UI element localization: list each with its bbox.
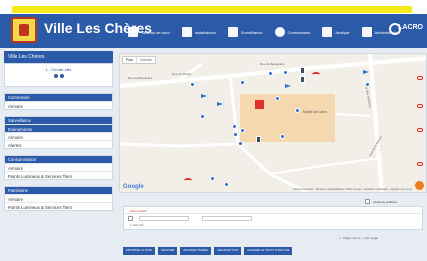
surveillance-icon: [227, 27, 238, 37]
main-nav: Tableau de bord Installations Surveillan…: [128, 22, 412, 42]
sidebar-heading: Ville Les Chères: [4, 51, 113, 63]
wifi-alert-icon[interactable]: [312, 72, 320, 77]
section-consommation: Consommation Armoire Points Lumineux & S…: [4, 155, 113, 180]
sidebar-item-commande-armoire[interactable]: Armoire: [5, 101, 112, 109]
sidebar: Ville Les Chères 1 - Centre-ville Comman…: [4, 51, 113, 261]
installations-icon: [181, 27, 192, 37]
section-title: Commande: [5, 94, 112, 101]
section-title: Consommation: [5, 156, 112, 163]
sidebar-item-evenements[interactable]: Evènements: [5, 124, 112, 132]
light-point-marker[interactable]: [200, 114, 205, 119]
section-patrimoine: Patrimoine Armoire Points Lumineux & Ser…: [4, 186, 113, 211]
carousel-dots: [5, 74, 112, 79]
section-title: Surveillance: [5, 117, 112, 124]
alert-link-icon[interactable]: [417, 76, 423, 80]
map-type-satellite[interactable]: Satellite: [136, 57, 155, 63]
export-list-button[interactable]: EXPORTER LA LISTE: [123, 247, 155, 255]
commune-selector[interactable]: 1 - Centre-ville: [4, 63, 113, 87]
school-icon[interactable]: [255, 100, 264, 109]
change-status-button[interactable]: CHANGER LE STATUT D'ANALYSE: [244, 247, 293, 255]
events-table: Aucun Alerte 1 sites Mo: [123, 206, 423, 230]
cabinet-icon[interactable]: [300, 67, 305, 74]
brand-name: LACRO: [398, 24, 423, 31]
sidebar-item-consommation-points[interactable]: Points Lumineux & Services Tiers: [5, 171, 112, 179]
table-header-row: Aucun Alerte: [124, 207, 422, 214]
nav-commandes[interactable]: Commandes: [274, 27, 310, 37]
prefilter-checkbox[interactable]: [365, 199, 370, 204]
street-label: Rue de Beaujolais: [128, 76, 153, 80]
light-point-marker[interactable]: [365, 82, 370, 87]
carousel-dot[interactable]: [53, 74, 58, 78]
light-point-marker[interactable]: [232, 124, 237, 129]
map-attribution[interactable]: Raccourcis clavier · Données cartographi…: [293, 188, 412, 191]
light-point-marker[interactable]: [190, 82, 195, 87]
light-point-marker[interactable]: [224, 182, 229, 187]
table-row[interactable]: 1 sites Mo: [124, 222, 422, 228]
nav-dashboard[interactable]: Tableau de bord: [128, 27, 170, 37]
sidebar-item-alertes[interactable]: Alertes: [5, 140, 112, 148]
archive-all-button[interactable]: ARCHIVER TOUT: [214, 247, 242, 255]
dashboard-icon: [128, 27, 138, 37]
pagination[interactable]: « ‹ Page 1 sur 1 › » 10 / page: [339, 236, 378, 240]
wifi-alert-icon[interactable]: [184, 178, 192, 183]
light-point-marker[interactable]: [238, 141, 243, 146]
light-point-marker[interactable]: [280, 134, 285, 139]
light-point-marker[interactable]: [233, 132, 238, 137]
filter-row: [124, 214, 422, 222]
sidebar-item-surveillance-armoire[interactable]: Armoire: [5, 132, 112, 140]
action-bar: EXPORTER LA LISTE ARCHIVER ARCHIVER TRIA…: [123, 247, 295, 255]
cabinet-icon[interactable]: [256, 136, 261, 143]
analyse-icon: [322, 27, 333, 37]
carousel-dot[interactable]: [59, 74, 64, 78]
light-point-marker[interactable]: [275, 96, 280, 101]
city-logo: [11, 17, 37, 43]
sidebar-item-patrimoine-armoire[interactable]: Armoire: [5, 194, 112, 202]
map-type-control: Plan Satellite: [122, 56, 157, 64]
filter-input[interactable]: [139, 215, 189, 221]
nav-installations[interactable]: Installations: [181, 27, 216, 37]
light-point-marker[interactable]: [210, 176, 215, 181]
events-panel: Incidents préfiltrés Aucun Alerte 1 site…: [119, 199, 427, 261]
light-point-marker[interactable]: [295, 108, 300, 113]
section-commande: Commande Armoire: [4, 93, 113, 110]
light-point-marker[interactable]: [240, 80, 245, 85]
prefilter-toggle[interactable]: Incidents préfiltrés: [365, 199, 397, 204]
select-all-checkbox[interactable]: [128, 215, 133, 221]
map-roads: [120, 54, 426, 192]
mairie-label: Mairie de Lacro: [303, 110, 328, 114]
light-point-marker[interactable]: [283, 70, 288, 75]
notice-bar: [12, 6, 412, 13]
map-view[interactable]: Plan Satellite Rue du Moulin Rue de Beau…: [119, 53, 427, 193]
light-point-marker[interactable]: [240, 128, 245, 133]
alert-link-icon[interactable]: [417, 128, 423, 132]
administration-icon: [361, 27, 372, 37]
google-logo: Google: [123, 184, 144, 190]
filter-input[interactable]: [202, 215, 252, 221]
commune-label: 1 - Centre-ville: [45, 67, 72, 72]
commandes-icon: [274, 27, 285, 37]
street-label: Rue du Moulin: [172, 72, 192, 76]
app-root: Ville Les Chères Tableau de bord Install…: [0, 0, 427, 261]
archive-button[interactable]: ARCHIVER: [157, 247, 178, 255]
section-surveillance: Surveillance Evènements Armoire Alertes: [4, 116, 113, 149]
archive-sortable-button[interactable]: ARCHIVER TRIABLE: [180, 247, 212, 255]
nav-analyse[interactable]: Analyse: [322, 27, 350, 37]
pegman-icon[interactable]: [415, 181, 424, 190]
alert-link-icon[interactable]: [417, 104, 423, 108]
street-label: Rue de Beaujolais: [260, 62, 285, 66]
light-point-marker[interactable]: [268, 71, 273, 76]
sidebar-item-consommation-armoire[interactable]: Armoire: [5, 163, 112, 171]
nav-surveillance[interactable]: Surveillance: [227, 27, 263, 37]
sidebar-item-patrimoine-points[interactable]: Points Lumineux & Services Tiers: [5, 202, 112, 210]
cabinet-icon[interactable]: [300, 76, 305, 83]
alert-link-icon[interactable]: [417, 162, 423, 166]
app-header: Ville Les Chères Tableau de bord Install…: [0, 14, 427, 48]
section-title: Patrimoine: [5, 187, 112, 194]
map-type-plan[interactable]: Plan: [123, 57, 136, 63]
